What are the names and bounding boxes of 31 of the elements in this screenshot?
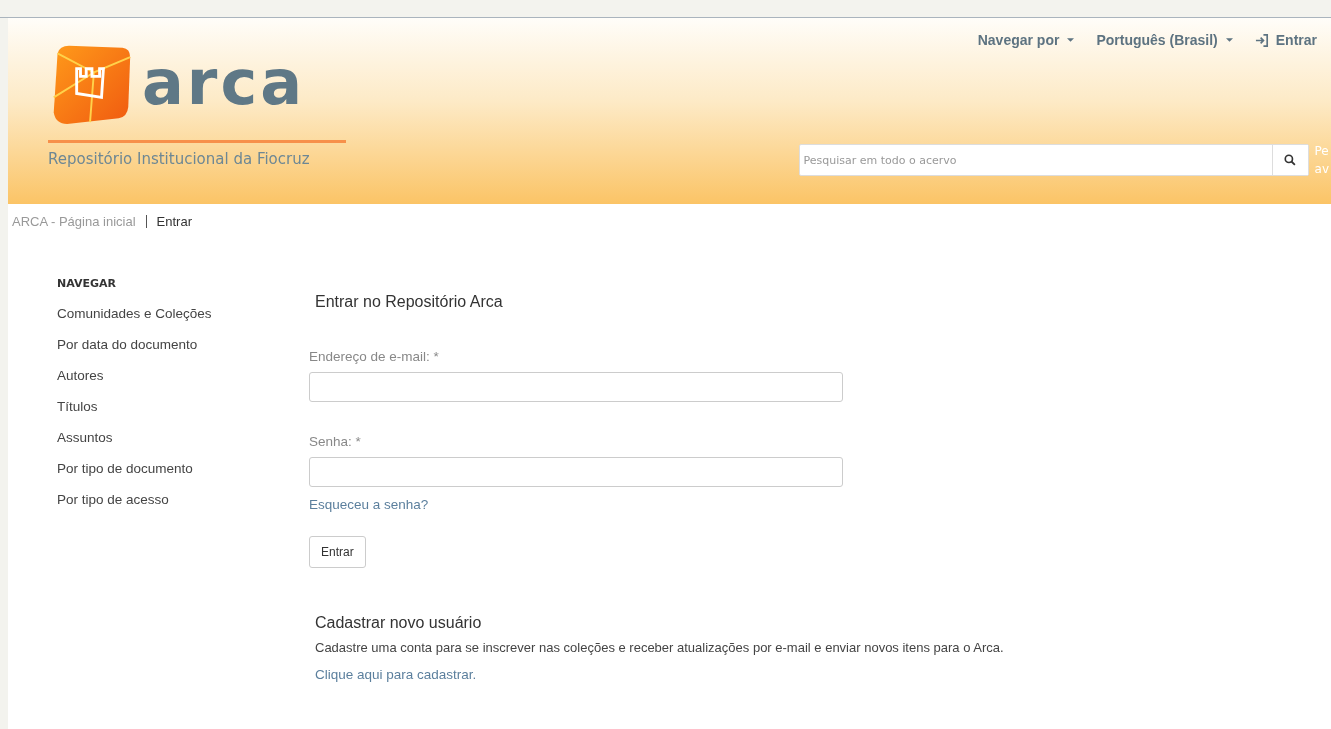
- nav-dropdown[interactable]: Navegar por: [977, 32, 1075, 48]
- sidebar-link[interactable]: Por tipo de documento: [57, 453, 260, 484]
- register-heading: Cadastrar novo usuário: [315, 614, 482, 632]
- login-button[interactable]: Entrar: [309, 536, 366, 568]
- sidebar-link[interactable]: Assuntos: [57, 422, 260, 453]
- login-icon: [1254, 32, 1270, 48]
- sidebar-link[interactable]: Títulos: [57, 391, 260, 422]
- cut-off-text: Pe: [1314, 143, 1329, 160]
- search-button[interactable]: [1271, 145, 1308, 175]
- password-field[interactable]: [309, 457, 843, 487]
- sidebar-link[interactable]: Por data do documento: [57, 329, 260, 360]
- login-heading: Entrar no Repositório Arca: [315, 293, 503, 311]
- caret-icon: [1067, 38, 1075, 42]
- search-icon: [1284, 154, 1297, 166]
- breadcrumb-link[interactable]: Entrar: [156, 214, 192, 229]
- forgot-password-link[interactable]: Esqueceu a senha?: [309, 497, 429, 512]
- login-link[interactable]: Entrar: [1254, 32, 1317, 48]
- caret-icon: [1225, 38, 1233, 42]
- sidebar-link[interactable]: Por tipo de acesso: [57, 484, 260, 515]
- email-field[interactable]: [309, 372, 843, 402]
- sidebar-link[interactable]: Autores: [57, 360, 260, 391]
- field-label: Endereço de e-mail: *: [309, 349, 440, 364]
- nav-dropdown[interactable]: Português (Brasil): [1096, 32, 1233, 48]
- logo-wordmark: arca: [142, 53, 305, 113]
- register-description: Cadastre uma conta para se inscrever nas coleções e receber atualizações por e-mail e enviar novos itens para o Arca.: [315, 640, 1004, 655]
- sidebar-heading: NAVEGAR: [57, 277, 117, 290]
- tagline: Repositório Institucional da Fiocruz: [48, 150, 310, 168]
- sidebar-link[interactable]: Comunidades e Coleções: [57, 298, 260, 329]
- register-link[interactable]: Clique aqui para cadastrar.: [315, 667, 477, 682]
- field-label: Senha: *: [309, 434, 362, 449]
- cut-off-text: av: [1314, 161, 1329, 178]
